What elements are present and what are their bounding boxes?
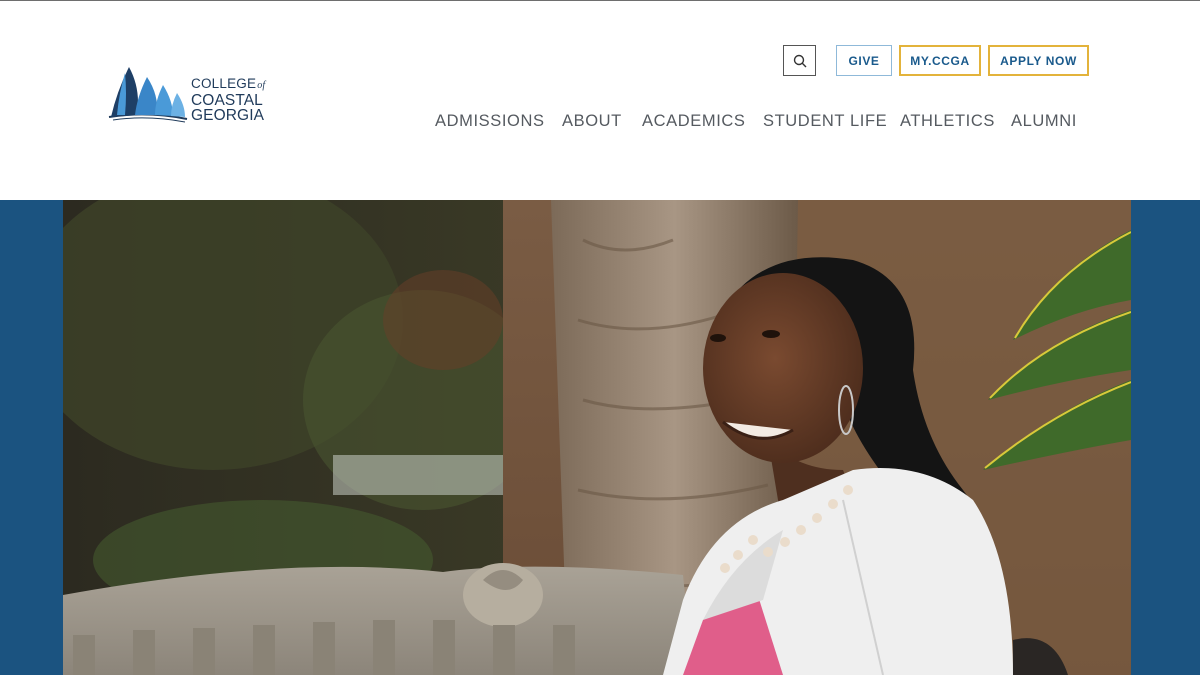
- hero-photo-illustration: [63, 200, 1131, 675]
- wordmark-of-text: of: [257, 80, 266, 91]
- search-button[interactable]: [783, 45, 816, 76]
- nav-item-athletics[interactable]: ATHLETICS: [900, 112, 995, 131]
- myccga-button[interactable]: MY.CCGA: [899, 45, 981, 76]
- nav-item-alumni[interactable]: ALUMNI: [1011, 112, 1077, 131]
- search-icon: [793, 54, 806, 67]
- hero-banner: [0, 200, 1200, 675]
- apply-now-button[interactable]: APPLY NOW: [988, 45, 1089, 76]
- wordmark-college-text: COLLEGE: [191, 76, 257, 91]
- site-header: COLLEGEof COASTAL GEORGIA GIVE MY.CCGA A…: [0, 1, 1200, 200]
- nav-item-academics[interactable]: ACADEMICS: [642, 112, 746, 131]
- wordmark-line-coastal: COASTAL: [191, 92, 263, 109]
- nav-item-about[interactable]: ABOUT: [562, 112, 622, 131]
- main-navigation: ADMISSIONS ABOUT ACADEMICS STUDENT LIFE …: [0, 112, 1200, 140]
- hero-photo: [63, 200, 1131, 675]
- utility-bar: GIVE MY.CCGA APPLY NOW: [0, 45, 1200, 77]
- wordmark-line-college: COLLEGEof: [191, 77, 265, 93]
- give-button[interactable]: GIVE: [836, 45, 892, 76]
- nav-item-admissions[interactable]: ADMISSIONS: [435, 112, 545, 131]
- nav-item-student-life[interactable]: STUDENT LIFE: [763, 112, 887, 131]
